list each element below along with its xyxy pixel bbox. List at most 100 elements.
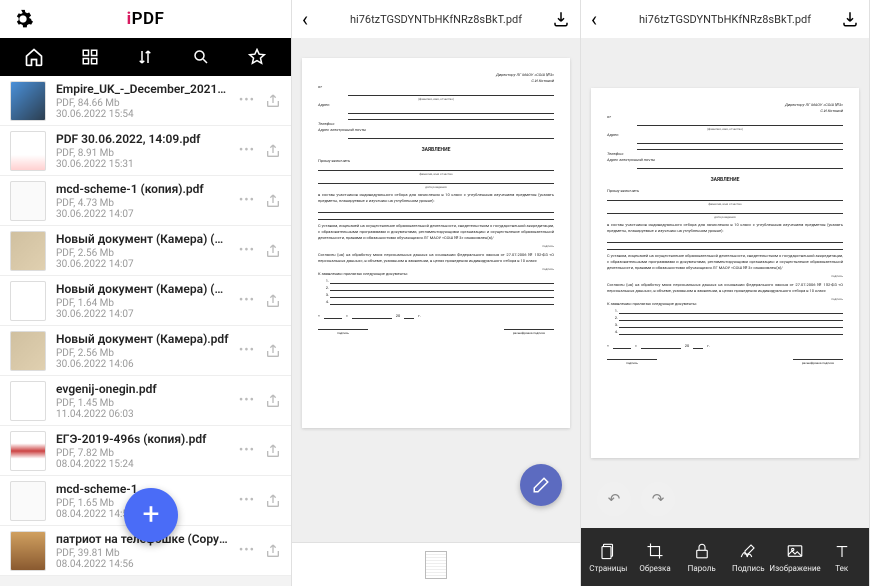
file-name: Новый документ (Камера) (коп…: [56, 282, 229, 296]
file-meta: PDF, 39.81 Mb08.04.2022 14:56: [56, 548, 229, 570]
file-row[interactable]: Новый документ (Камера) (коп… PDF, 2.56 M…: [0, 226, 291, 276]
more-icon[interactable]: •••: [239, 493, 255, 508]
file-name: ЕГЭ-2019-496s (копия).pdf: [56, 432, 229, 446]
more-icon[interactable]: •••: [239, 93, 255, 108]
more-icon[interactable]: •••: [239, 243, 255, 258]
file-name: evgenij-onegin.pdf: [56, 382, 229, 396]
home-icon[interactable]: [23, 46, 45, 68]
viewer-header: ‹ hi76tzTGSDYNTbHKfNRz8sBkT.pdf: [292, 0, 580, 38]
edit-fab[interactable]: [520, 464, 562, 506]
file-row[interactable]: Новый документ (Камера) (коп… PDF, 1.64 M…: [0, 276, 291, 326]
tool-sign[interactable]: Подпись: [725, 542, 772, 573]
file-thumbnail: [10, 231, 46, 271]
undo-redo-group: ↶ ↷: [597, 482, 675, 516]
tool-lock[interactable]: Пароль: [678, 542, 725, 573]
viewer-pane: ‹ hi76tzTGSDYNTbHKfNRz8sBkT.pdf Директор…: [292, 0, 581, 586]
file-meta: PDF, 2.56 Mb30.06.2022 14:07: [56, 248, 229, 270]
share-icon[interactable]: [265, 543, 281, 559]
file-meta: PDF, 4.73 Mb30.06.2022 14:07: [56, 198, 229, 220]
more-icon[interactable]: •••: [239, 143, 255, 158]
file-meta: PDF, 8.91 Mb30.06.2022 15:31: [56, 148, 229, 170]
file-list-pane: iPDF Empire_UK_-_December_2021.p… PDF, 84…: [0, 0, 292, 586]
undo-button[interactable]: ↶: [597, 482, 631, 516]
download-icon[interactable]: [552, 10, 570, 28]
add-fab[interactable]: +: [124, 488, 178, 542]
settings-icon[interactable]: [12, 8, 34, 30]
file-meta: PDF, 7.82 Mb08.04.2022 15:24: [56, 448, 229, 470]
editor-header: ‹ hi76tzTGSDYNTbHKfNRz8sBkT.pdf: [581, 0, 869, 38]
share-icon[interactable]: [265, 343, 281, 359]
tool-label: Тек: [835, 564, 848, 573]
file-thumbnail: [10, 131, 46, 171]
editor-toolbar: Страницы Обрезка Пароль Подпись Изображение Т…: [581, 528, 869, 586]
download-icon[interactable]: [841, 10, 859, 28]
crop-icon: [646, 542, 664, 560]
back-icon[interactable]: ‹: [302, 7, 320, 31]
more-icon[interactable]: •••: [239, 543, 255, 558]
app-title: iPDF: [127, 9, 165, 29]
text-icon: [833, 542, 851, 560]
list-tabbar: [0, 38, 291, 76]
share-icon[interactable]: [265, 493, 281, 509]
tool-pages[interactable]: Страницы: [585, 542, 632, 573]
page-thumb-bar: [292, 542, 580, 586]
file-name: PDF 30.06.2022, 14:09.pdf: [56, 132, 229, 146]
file-row[interactable]: Empire_UK_-_December_2021.p… PDF, 84.66 M…: [0, 76, 291, 126]
grid-icon[interactable]: [79, 46, 101, 68]
tool-image[interactable]: Изображение: [772, 542, 819, 573]
more-icon[interactable]: •••: [239, 343, 255, 358]
file-row[interactable]: Новый документ (Камера).pdfPDF, 2.56 Mb3…: [0, 326, 291, 376]
share-icon[interactable]: [265, 93, 281, 109]
file-meta: PDF, 1.45 Mb11.04.2022 06:03: [56, 398, 229, 420]
page-thumbnail[interactable]: [425, 551, 447, 579]
more-icon[interactable]: •••: [239, 193, 255, 208]
document-filename: hi76tzTGSDYNTbHKfNRz8sBkT.pdf: [328, 13, 544, 26]
file-row[interactable]: ЕГЭ-2019-496s (копия).pdf PDF, 7.82 Mb08.…: [0, 426, 291, 476]
document-page[interactable]: Директору ЛГ МАОУ «СОШ №3» С.И.Котовой о…: [591, 88, 859, 458]
more-icon[interactable]: •••: [239, 293, 255, 308]
file-meta: PDF, 2.56 Mb30.06.2022 14:06: [56, 348, 229, 370]
tool-label: Пароль: [688, 564, 716, 573]
redo-button[interactable]: ↷: [641, 482, 675, 516]
file-name: Empire_UK_-_December_2021.p…: [56, 82, 229, 96]
tool-label: Подпись: [732, 564, 765, 573]
editor-pane: ‹ hi76tzTGSDYNTbHKfNRz8sBkT.pdf Директор…: [581, 0, 870, 586]
back-icon[interactable]: ‹: [591, 7, 609, 31]
file-name: mcd-scheme-1 (копия).pdf: [56, 182, 229, 196]
lock-icon: [693, 542, 711, 560]
tool-crop[interactable]: Обрезка: [632, 542, 679, 573]
share-icon[interactable]: [265, 243, 281, 259]
more-icon[interactable]: •••: [239, 393, 255, 408]
share-icon[interactable]: [265, 393, 281, 409]
tool-label: Изображение: [769, 564, 820, 573]
share-icon[interactable]: [265, 293, 281, 309]
file-thumbnail: [10, 81, 46, 121]
tool-text[interactable]: Тек: [818, 542, 865, 573]
image-icon: [786, 542, 804, 560]
file-row[interactable]: PDF 30.06.2022, 14:09.pdf PDF, 8.91 Mb30.…: [0, 126, 291, 176]
file-thumbnail: [10, 281, 46, 321]
file-thumbnail: [10, 381, 46, 421]
file-name: Новый документ (Камера) (коп…: [56, 232, 229, 246]
file-row[interactable]: evgenij-onegin.pdf PDF, 1.45 Mb11.04.2022…: [0, 376, 291, 426]
share-icon[interactable]: [265, 143, 281, 159]
file-thumbnail: [10, 431, 46, 471]
search-icon[interactable]: [190, 46, 212, 68]
file-thumbnail: [10, 331, 46, 371]
file-meta: PDF, 1.64 Mb30.06.2022 14:07: [56, 298, 229, 320]
share-icon[interactable]: [265, 193, 281, 209]
sign-icon: [739, 542, 757, 560]
file-thumbnail: [10, 531, 46, 571]
tool-label: Обрезка: [639, 564, 670, 573]
sort-icon[interactable]: [134, 46, 156, 68]
tool-label: Страницы: [589, 564, 627, 573]
file-thumbnail: [10, 481, 46, 521]
file-thumbnail: [10, 181, 46, 221]
star-icon[interactable]: [246, 46, 268, 68]
document-filename: hi76tzTGSDYNTbHKfNRz8sBkT.pdf: [617, 13, 833, 26]
document-page[interactable]: Директору ЛГ МАОУ «СОШ №3» С.И.Котовой о…: [302, 58, 570, 428]
more-icon[interactable]: •••: [239, 443, 255, 458]
share-icon[interactable]: [265, 443, 281, 459]
file-meta: PDF, 84.66 Mb30.06.2022 15:54: [56, 98, 229, 120]
file-row[interactable]: mcd-scheme-1 (копия).pdf PDF, 4.73 Mb30.0…: [0, 176, 291, 226]
